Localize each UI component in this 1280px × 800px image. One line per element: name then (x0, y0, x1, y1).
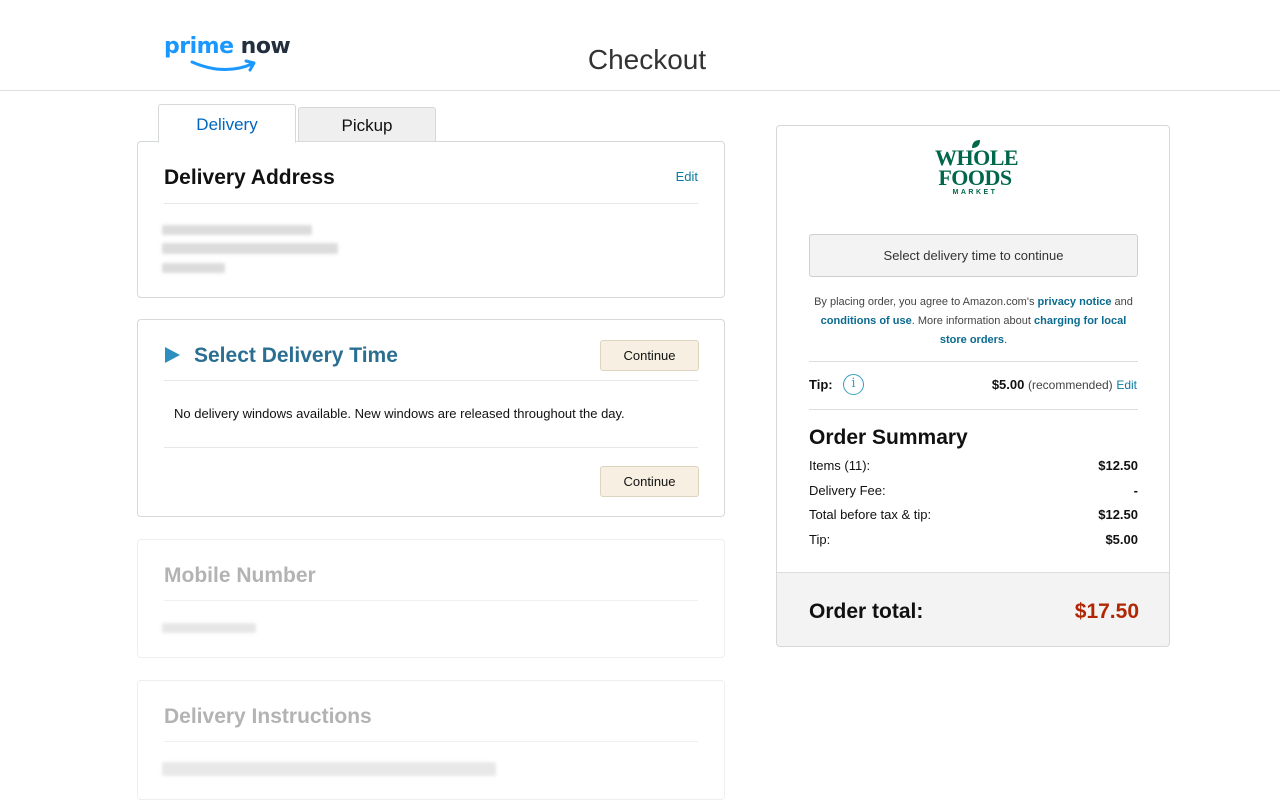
select-delivery-time-button[interactable]: Select delivery time to continue (809, 234, 1138, 277)
continue-button-top[interactable]: Continue (600, 340, 699, 371)
edit-address-link[interactable]: Edit (676, 169, 698, 184)
tip-recommended: (recommended) (1027, 378, 1113, 392)
mobile-number-card: Mobile Number (137, 539, 725, 658)
leaf-icon (972, 140, 980, 148)
page-title: Checkout (587, 44, 707, 75)
select-delivery-time-card: Select Delivery Time Continue No deliver… (137, 319, 725, 517)
edit-tip-link[interactable]: Edit (1116, 378, 1137, 392)
tip-amount: $5.00 (recommended) Edit (992, 377, 1137, 393)
play-triangle-icon (165, 347, 180, 363)
order-total-value: $17.50 (1074, 600, 1139, 623)
whole-foods-logo: WHOLE FOODS MARKET (935, 140, 1019, 210)
divider (809, 409, 1138, 410)
no-delivery-windows-message: No delivery windows available. New windo… (174, 406, 625, 421)
summary-row-tip: Tip: $5.00 (809, 532, 1138, 547)
divider (164, 447, 698, 448)
info-icon[interactable]: i (843, 374, 864, 395)
order-summary-title: Order Summary (809, 426, 968, 449)
divider (809, 361, 1138, 362)
delivery-instructions-card: Delivery Instructions (137, 680, 725, 800)
divider (164, 741, 698, 742)
summary-row-total-before-tax: Total before tax & tip: $12.50 (809, 507, 1138, 522)
redacted-phone (162, 623, 256, 633)
summary-row-delivery-fee: Delivery Fee: - (809, 483, 1138, 498)
delivery-instructions-title: Delivery Instructions (164, 705, 372, 728)
legal-notice: By placing order, you agree to Amazon.co… (814, 296, 1133, 346)
header: prime now Checkout (0, 0, 1280, 91)
continue-button-bottom[interactable]: Continue (600, 466, 699, 497)
delivery-address-title: Delivery Address (164, 166, 335, 189)
order-total-label: Order total: (809, 600, 924, 623)
order-total-band: Order total: $17.50 (777, 572, 1169, 646)
divider (164, 600, 698, 601)
privacy-notice-link[interactable]: privacy notice (1038, 296, 1112, 308)
delivery-address-card: Delivery Address Edit (137, 141, 725, 298)
tab-pickup[interactable]: Pickup (298, 107, 436, 142)
order-summary-panel: WHOLE FOODS MARKET Select delivery time … (776, 125, 1170, 647)
tip-label: Tip: (809, 377, 833, 392)
divider (164, 203, 698, 204)
divider (164, 380, 698, 381)
select-delivery-time-title: Select Delivery Time (194, 344, 398, 367)
tip-amount-value: $5.00 (991, 377, 1025, 392)
summary-row-items: Items (11): $12.50 (809, 458, 1138, 473)
redacted-instructions (162, 762, 496, 776)
tab-delivery[interactable]: Delivery (158, 104, 296, 143)
conditions-of-use-link[interactable]: conditions of use (821, 315, 912, 327)
mobile-number-title: Mobile Number (164, 564, 316, 587)
